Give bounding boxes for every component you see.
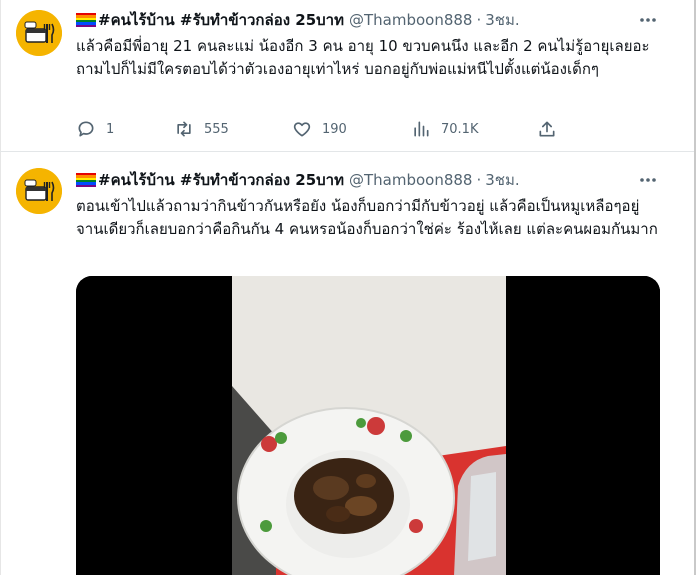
tweet-photo[interactable] — [76, 276, 660, 575]
food-plate-photo — [76, 276, 660, 575]
separator-dot: · — [476, 11, 482, 29]
timestamp[interactable]: 3ชม. — [485, 168, 519, 192]
tweet-2[interactable]: #คนไร้บ้าน #รับทำข้าวกล่อง 25บาท @Thambo… — [0, 153, 694, 575]
retweet-count: 555 — [204, 121, 229, 137]
tweet-actions: 1 555 190 70.1K — [76, 117, 566, 141]
views-button[interactable]: 70.1K — [411, 117, 478, 141]
share-icon — [537, 119, 557, 139]
user-handle[interactable]: @Thamboon888 — [349, 11, 473, 29]
views-chart-icon — [411, 119, 431, 139]
reply-icon — [76, 119, 96, 139]
retweet-button[interactable]: 555 — [174, 117, 229, 141]
tweet-text: ตอนเข้าไปแล้วถามว่ากินข้าวกันหรือยัง น้อ… — [76, 197, 658, 238]
like-count: 190 — [322, 121, 347, 137]
tweet-text: แล้วคือมีพี่อายุ 21 คนละแม่ น้องอีก 3 คน… — [76, 37, 650, 78]
like-button[interactable]: 190 — [292, 117, 347, 141]
display-name[interactable]: #คนไร้บ้าน #รับทำข้าวกล่อง 25บาท — [98, 168, 344, 192]
rainbow-flag-icon — [76, 13, 96, 27]
rainbow-flag-icon — [76, 173, 96, 187]
tweet-header: #คนไร้บ้าน #รับทำข้าวกล่อง 25บาท @Thambo… — [76, 169, 520, 191]
more-options-icon[interactable] — [638, 170, 658, 190]
avatar[interactable] — [16, 168, 62, 214]
views-count: 70.1K — [441, 121, 479, 137]
heart-icon — [292, 119, 312, 139]
tweet-1[interactable]: #คนไร้บ้าน #รับทำข้าวกล่อง 25บาท @Thambo… — [0, 0, 694, 152]
timestamp[interactable]: 3ชม. — [485, 8, 519, 32]
share-button[interactable] — [537, 117, 557, 141]
reply-count: 1 — [106, 121, 115, 137]
retweet-icon — [174, 119, 194, 139]
reply-button[interactable]: 1 — [76, 117, 114, 141]
separator-dot: · — [476, 171, 482, 189]
user-handle[interactable]: @Thamboon888 — [349, 171, 473, 189]
display-name[interactable]: #คนไร้บ้าน #รับทำข้าวกล่อง 25บาท — [98, 8, 344, 32]
tweet-header: #คนไร้บ้าน #รับทำข้าวกล่อง 25บาท @Thambo… — [76, 9, 520, 31]
avatar[interactable] — [16, 10, 62, 56]
more-options-icon[interactable] — [638, 10, 658, 30]
